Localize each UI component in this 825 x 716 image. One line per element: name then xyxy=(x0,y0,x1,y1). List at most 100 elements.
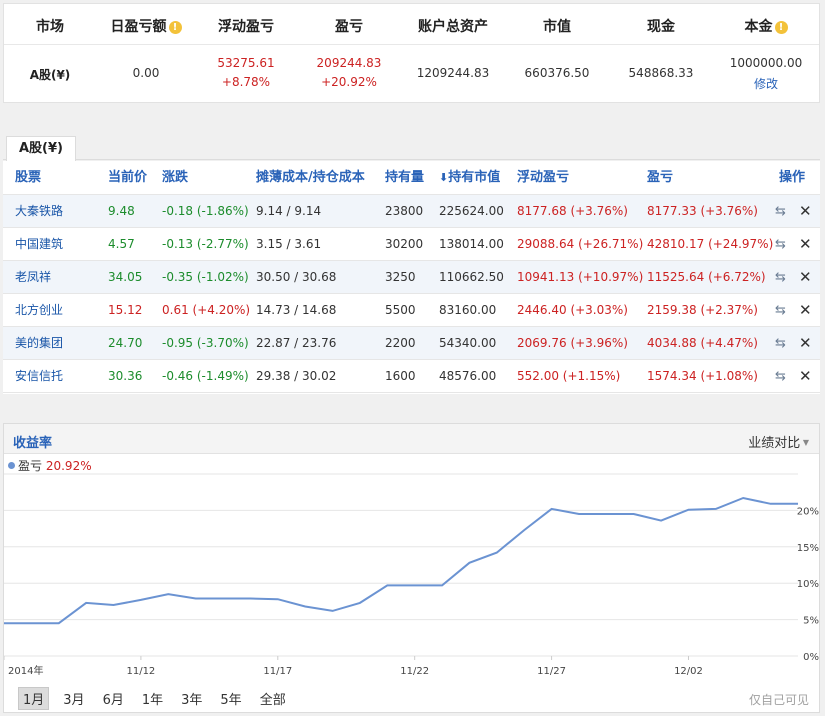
info-icon[interactable]: ! xyxy=(168,21,182,34)
range-option[interactable]: 3年 xyxy=(177,688,206,709)
delete-icon[interactable]: ✕ xyxy=(799,294,812,326)
col-header-price[interactable]: 当前价 xyxy=(108,161,147,194)
col-header-floating-pl[interactable]: 浮动盈亏 xyxy=(517,161,569,194)
y-tick-label: 20% xyxy=(797,506,819,517)
stock-floating-pl: 552.00 (+1.15%) xyxy=(517,369,621,383)
stock-qty: 30200 xyxy=(385,237,424,251)
edit-principal-link[interactable]: 修改 xyxy=(712,75,820,92)
daily-pl-value: 0.00 xyxy=(132,66,160,80)
visibility-note: 仅自己可见 xyxy=(748,693,809,707)
stock-price: 30.36 xyxy=(108,369,143,383)
col-header-stock[interactable]: 股票 xyxy=(15,161,41,194)
stock-name[interactable]: 美的集团 xyxy=(15,327,63,359)
pl-value: 209244.83 xyxy=(316,56,382,70)
stock-market-value: 110662.50 xyxy=(439,270,504,284)
stock-floating-pl: 29088.64 (+26.71%) xyxy=(517,237,644,251)
table-header: 股票 当前价 涨跌 摊薄成本/持仓成本 持有量 ⬇持有市值 浮动盈亏 盈亏 操作 xyxy=(3,161,820,195)
stock-cost: 14.73 / 14.68 xyxy=(256,303,337,317)
delete-icon[interactable]: ✕ xyxy=(799,261,812,293)
col-floating-pl: 浮动盈亏 53275.61 +8.78% xyxy=(196,4,296,102)
stock-pl: 11525.64 (+6.72%) xyxy=(647,270,766,284)
range-option[interactable]: 1月 xyxy=(18,687,50,710)
sort-down-icon: ⬇ xyxy=(439,171,449,184)
stock-price: 4.57 xyxy=(108,237,135,251)
stock-market-value: 83160.00 xyxy=(439,303,497,317)
pl-percent: +20.92% xyxy=(321,75,377,89)
holdings-table: 股票 当前价 涨跌 摊薄成本/持仓成本 持有量 ⬇持有市值 浮动盈亏 盈亏 操作… xyxy=(3,161,820,394)
stock-price: 34.05 xyxy=(108,270,143,284)
range-option[interactable]: 5年 xyxy=(216,688,245,709)
col-principal: 本金! 1000000.00 修改 xyxy=(712,4,820,102)
col-cash: 现金 548868.33 xyxy=(610,4,712,102)
info-icon[interactable]: ! xyxy=(774,21,788,34)
delete-icon[interactable]: ✕ xyxy=(799,228,812,260)
trade-icon[interactable]: ⇆ xyxy=(775,327,786,359)
range-option[interactable]: 全部 xyxy=(256,688,290,709)
col-daily-pl: 日盈亏额! 0.00 xyxy=(96,4,196,102)
stock-floating-pl: 10941.13 (+10.97%) xyxy=(517,270,644,284)
stock-pl: 1574.34 (+1.08%) xyxy=(647,369,758,383)
x-tick-label: 11/27 xyxy=(537,666,566,677)
stock-change: 0.61 (+4.20%) xyxy=(162,303,251,317)
trade-icon[interactable]: ⇆ xyxy=(775,294,786,326)
stock-qty: 23800 xyxy=(385,204,424,218)
stock-name[interactable]: 老凤祥 xyxy=(15,261,51,293)
table-row: 安信信托 30.36 -0.46 (-1.49%) 29.38 / 30.02 1600… xyxy=(3,360,820,393)
x-tick-label: 11/12 xyxy=(126,666,155,677)
principal-value: 1000000.00 xyxy=(729,56,803,70)
account-summary: 市场 A股(¥) 日盈亏额! 0.00 浮动盈亏 53275.61 +8.78%… xyxy=(3,3,820,103)
table-row: 北方创业 15.12 0.61 (+4.20%) 14.73 / 14.68 5500 8… xyxy=(3,294,820,327)
x-tick-label: 12/02 xyxy=(674,666,703,677)
stock-name[interactable]: 大秦铁路 xyxy=(15,195,63,227)
header-floating-pl: 浮动盈亏 xyxy=(218,19,274,35)
col-header-cost[interactable]: 摊薄成本/持仓成本 xyxy=(256,161,365,194)
stock-market-value: 48576.00 xyxy=(439,369,497,383)
range-option[interactable]: 6月 xyxy=(99,688,128,709)
table-row: 中国建筑 4.57 -0.13 (-2.77%) 3.15 / 3.61 30200 13… xyxy=(3,228,820,261)
stock-pl: 8177.33 (+3.76%) xyxy=(647,204,758,218)
col-header-qty[interactable]: 持有量 xyxy=(385,161,424,194)
stock-change: -0.18 (-1.86%) xyxy=(162,204,249,218)
stock-pl: 42810.17 (+24.97%) xyxy=(647,237,774,251)
col-header-pl[interactable]: 盈亏 xyxy=(647,161,673,194)
delete-icon[interactable]: ✕ xyxy=(799,360,812,392)
trade-icon[interactable]: ⇆ xyxy=(775,261,786,293)
stock-cost: 30.50 / 30.68 xyxy=(256,270,337,284)
range-option[interactable]: 3月 xyxy=(59,688,88,709)
trade-icon[interactable]: ⇆ xyxy=(775,228,786,260)
tab-a-shares[interactable]: A股(¥) xyxy=(6,136,76,161)
stock-change: -0.13 (-2.77%) xyxy=(162,237,249,251)
x-tick-label: 11/17 xyxy=(263,666,292,677)
range-option[interactable]: 1年 xyxy=(138,688,167,709)
stock-change: -0.46 (-1.49%) xyxy=(162,369,249,383)
trade-icon[interactable]: ⇆ xyxy=(775,195,786,227)
col-header-market-value[interactable]: ⬇持有市值 xyxy=(439,161,500,194)
delete-icon[interactable]: ✕ xyxy=(799,195,812,227)
header-cash: 现金 xyxy=(647,19,675,35)
stock-floating-pl: 8177.68 (+3.76%) xyxy=(517,204,628,218)
stock-qty: 2200 xyxy=(385,336,416,350)
stock-floating-pl: 2069.76 (+3.96%) xyxy=(517,336,628,350)
x-tick-label: 2014年 xyxy=(8,664,43,677)
col-market: 市场 A股(¥) xyxy=(4,4,96,102)
col-header-change[interactable]: 涨跌 xyxy=(162,161,188,194)
col-pl: 盈亏 209244.83 +20.92% xyxy=(296,4,402,102)
stock-market-value: 54340.00 xyxy=(439,336,497,350)
header-market: 市场 xyxy=(36,19,64,35)
stock-pl: 2159.38 (+2.37%) xyxy=(647,303,758,317)
cash-value: 548868.33 xyxy=(628,66,694,80)
table-row: 老凤祥 34.05 -0.35 (-1.02%) 30.50 / 30.68 3250 1… xyxy=(3,261,820,294)
trade-icon[interactable]: ⇆ xyxy=(775,360,786,392)
y-tick-label: 15% xyxy=(797,543,819,554)
stock-qty: 5500 xyxy=(385,303,416,317)
stock-cost: 29.38 / 30.02 xyxy=(256,369,337,383)
stock-name[interactable]: 安信信托 xyxy=(15,360,63,392)
stock-change: -0.95 (-3.70%) xyxy=(162,336,249,350)
stock-price: 15.12 xyxy=(108,303,143,317)
stock-market-value: 138014.00 xyxy=(439,237,504,251)
delete-icon[interactable]: ✕ xyxy=(799,327,812,359)
stock-name[interactable]: 中国建筑 xyxy=(15,228,63,260)
stock-name[interactable]: 北方创业 xyxy=(15,294,63,326)
stock-pl: 4034.88 (+4.47%) xyxy=(647,336,758,350)
stock-price: 9.48 xyxy=(108,204,135,218)
